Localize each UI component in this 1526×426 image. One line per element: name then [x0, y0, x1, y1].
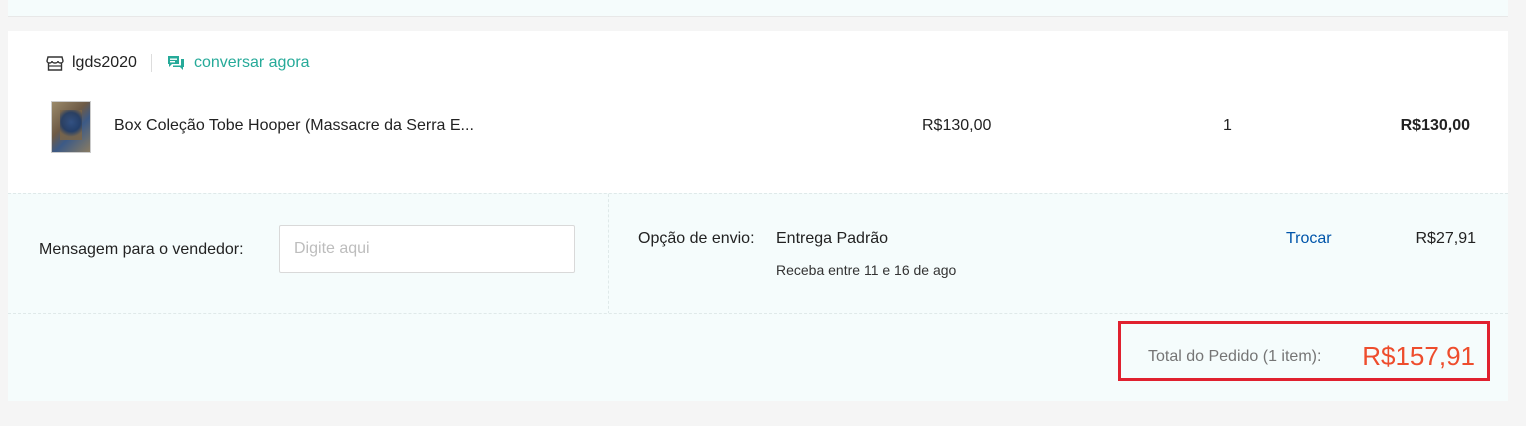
store-icon — [46, 54, 64, 72]
unit-price: R$130,00 — [922, 117, 992, 134]
seller-message-input[interactable] — [279, 225, 575, 273]
previous-order-card — [8, 0, 1508, 17]
change-shipping-button[interactable]: Trocar — [1286, 230, 1332, 248]
order-total-label: Total do Pedido (1 item): — [1148, 348, 1322, 365]
item-subtotal: R$130,00 — [1400, 117, 1470, 134]
quantity: 1 — [1223, 117, 1232, 134]
shop-header: lgds2020 conversar agora — [46, 51, 310, 75]
chat-icon[interactable] — [166, 53, 186, 73]
seller-message-area: Mensagem para o vendedor: — [8, 194, 609, 314]
shipping-option-label: Opção de envio: — [638, 230, 755, 247]
shop-name[interactable]: lgds2020 — [72, 54, 137, 72]
product-name[interactable]: Box Coleção Tobe Hooper (Massacre da Ser… — [114, 117, 514, 135]
seller-message-label: Mensagem para o vendedor: — [39, 241, 244, 258]
message-shipping-section: Mensagem para o vendedor: Opção de envio… — [8, 193, 1508, 314]
product-thumbnail[interactable] — [51, 101, 91, 153]
shipping-option-name: Entrega Padrão — [776, 230, 889, 247]
shipping-eta: Receba entre 11 e 16 de ago — [776, 262, 957, 278]
chat-now-link[interactable]: conversar agora — [194, 54, 310, 72]
shipping-price: R$27,91 — [1415, 230, 1477, 247]
order-item-row: Box Coleção Tobe Hooper (Massacre da Ser… — [8, 99, 1508, 159]
order-total-section: Total do Pedido (1 item): R$157,91 — [8, 313, 1508, 401]
order-total-value: R$157,91 — [1362, 341, 1475, 371]
divider — [150, 54, 152, 72]
order-card: lgds2020 conversar agora Box Coleção Tob… — [8, 31, 1508, 401]
